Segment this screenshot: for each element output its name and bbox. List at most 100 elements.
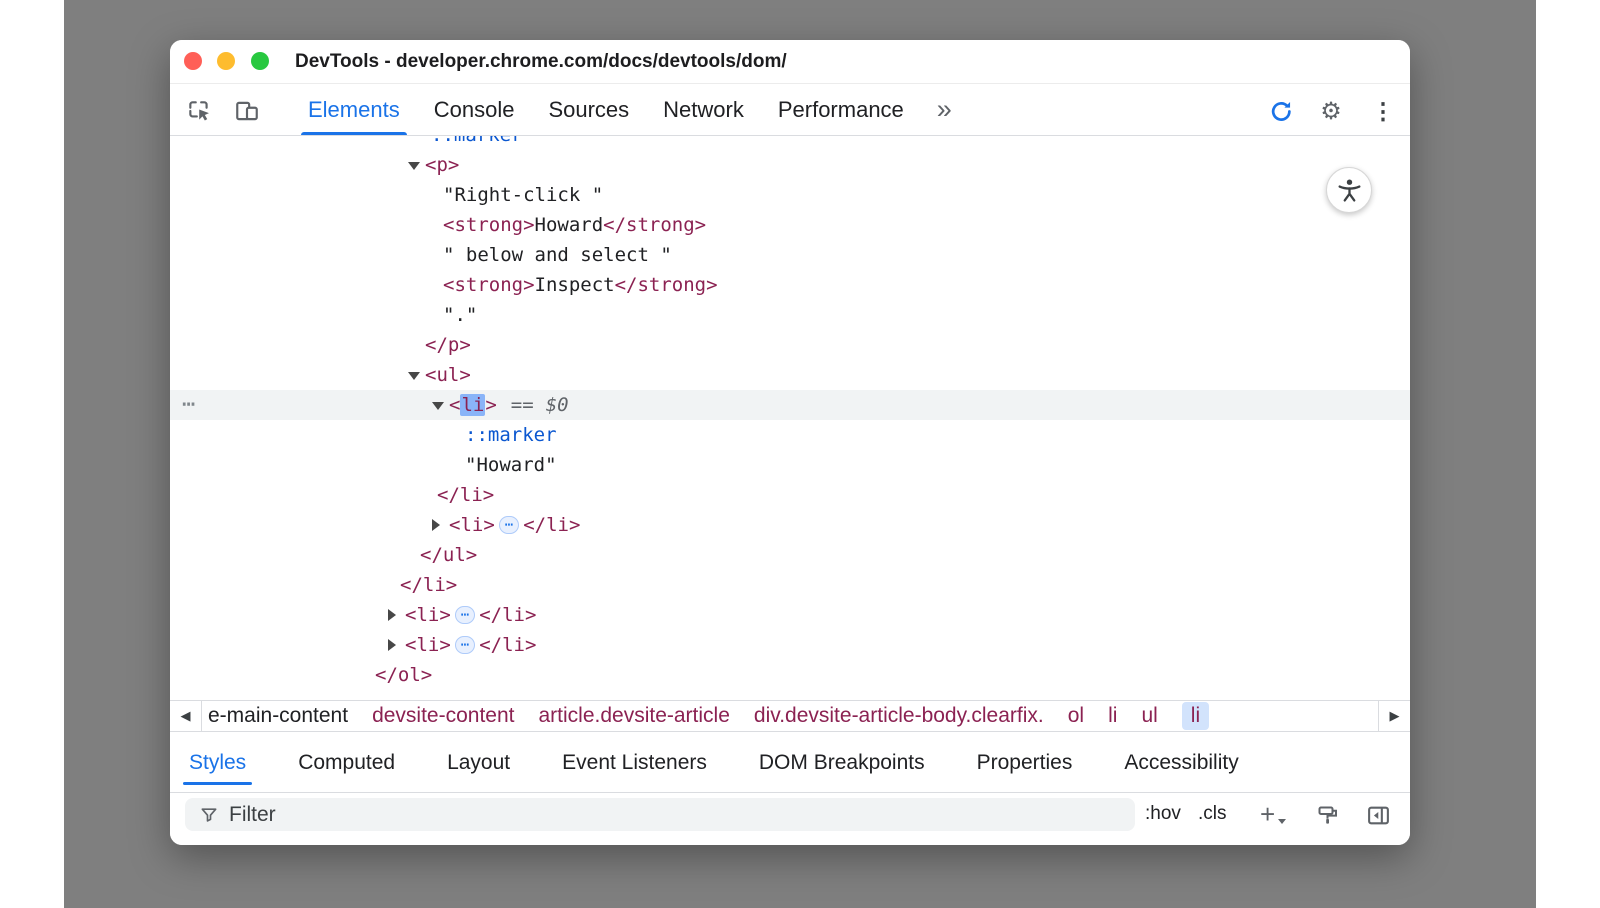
- zoom-button[interactable]: [251, 52, 269, 70]
- breadcrumb-item[interactable]: e-main-content: [208, 704, 348, 728]
- dom-node-row[interactable]: <li>⋯</li>: [170, 600, 1410, 630]
- accessibility-shortcut-button[interactable]: [1326, 167, 1372, 213]
- dom-node-row[interactable]: </ol>: [170, 660, 1410, 690]
- sync-button[interactable]: [1266, 96, 1296, 126]
- dom-node-row[interactable]: </p>: [170, 330, 1410, 360]
- tab-properties[interactable]: Properties: [977, 732, 1073, 793]
- paint-roller-icon: [1316, 803, 1340, 827]
- dom-node-row[interactable]: </ul>: [170, 540, 1410, 570]
- settings-button[interactable]: ⚙: [1316, 96, 1346, 126]
- expand-arrow-icon[interactable]: [388, 639, 396, 651]
- dom-node-row[interactable]: <strong>Inspect</strong>: [170, 270, 1410, 300]
- tab-computed[interactable]: Computed: [298, 732, 395, 793]
- tab-console[interactable]: Console: [417, 84, 532, 135]
- collapse-arrow-icon[interactable]: [432, 402, 444, 410]
- toggle-sidebar-icon: [1366, 803, 1391, 828]
- breadcrumb-items: e-main-content devsite-content article.d…: [202, 702, 1209, 730]
- collapse-arrow-icon[interactable]: [408, 162, 420, 170]
- dom-text-row[interactable]: "Howard": [170, 450, 1410, 480]
- filter-funnel-icon: [199, 805, 219, 825]
- title-bar: DevTools - developer.chrome.com/docs/dev…: [170, 40, 1410, 84]
- closing-tag-token: </p>: [425, 334, 471, 356]
- breadcrumb-item-selected[interactable]: li: [1182, 702, 1209, 730]
- dom-node-row[interactable]: ::marker: [170, 420, 1410, 450]
- dom-text-row[interactable]: " below and select ": [170, 240, 1410, 270]
- closing-tag-token: </li>: [437, 484, 494, 506]
- tab-layout[interactable]: Layout: [447, 732, 510, 793]
- new-style-rule-button[interactable]: +: [1260, 793, 1275, 835]
- dom-node-row[interactable]: <p>: [170, 150, 1410, 180]
- gear-icon: ⚙: [1320, 97, 1342, 126]
- tab-styles[interactable]: Styles: [189, 732, 246, 793]
- closing-tag-token: </li>: [479, 604, 536, 626]
- tab-event-listeners[interactable]: Event Listeners: [562, 732, 707, 793]
- expand-inline-button[interactable]: ⋯: [455, 636, 475, 654]
- dom-node-row[interactable]: ::marker: [170, 136, 1410, 150]
- panel-tab-strip: Elements Console Sources Network Perform…: [291, 84, 968, 135]
- dom-node-row[interactable]: </li>: [170, 570, 1410, 600]
- string-token: ".": [443, 304, 477, 326]
- closing-tag-token: </li>: [479, 634, 536, 656]
- tab-elements[interactable]: Elements: [291, 84, 417, 135]
- right-arrow-icon: ▶: [1390, 708, 1400, 724]
- toggle-sidebar-button[interactable]: [1364, 801, 1392, 829]
- element-classes-button[interactable]: .cls: [1198, 793, 1227, 835]
- tag-token: <li>: [449, 514, 495, 536]
- expand-inline-button[interactable]: ⋯: [499, 516, 519, 534]
- tag-token: <li>: [405, 604, 451, 626]
- accessibility-person-icon: [1336, 177, 1363, 204]
- filter-input[interactable]: [229, 803, 1089, 827]
- tab-sources[interactable]: Sources: [531, 84, 646, 135]
- tab-performance[interactable]: Performance: [761, 84, 921, 135]
- collapse-arrow-icon[interactable]: [408, 372, 420, 380]
- dom-node-row[interactable]: </li>: [170, 480, 1410, 510]
- tag-token: <strong>: [443, 214, 535, 236]
- inspect-element-button[interactable]: [184, 96, 214, 126]
- breadcrumb-item[interactable]: article.devsite-article: [539, 704, 730, 728]
- dom-node-row[interactable]: <li>⋯</li>: [170, 510, 1410, 540]
- expand-arrow-icon[interactable]: [432, 519, 440, 531]
- more-tabs-icon[interactable]: »: [921, 84, 968, 135]
- blue-refresh-icon: [1268, 98, 1295, 125]
- selected-tag-name-token: li: [460, 394, 485, 416]
- tab-network[interactable]: Network: [646, 84, 761, 135]
- main-menu-button[interactable]: ⋮: [1368, 96, 1398, 126]
- breadcrumb-item[interactable]: div.devsite-article-body.clearfix.: [754, 704, 1044, 728]
- breadcrumb-item[interactable]: li: [1108, 704, 1117, 728]
- breadcrumb-scroll-right-button[interactable]: ▶: [1378, 701, 1410, 731]
- breadcrumb-scroll-left-button[interactable]: ◀: [170, 701, 202, 731]
- more-actions-icon[interactable]: ⋯: [182, 390, 195, 420]
- expand-inline-button[interactable]: ⋯: [455, 606, 475, 624]
- pseudo-element-token: ::marker: [465, 424, 557, 446]
- dom-node-row[interactable]: <li>⋯</li>: [170, 630, 1410, 660]
- breadcrumb-item[interactable]: devsite-content: [372, 704, 514, 728]
- close-button[interactable]: [184, 52, 202, 70]
- rendering-emulation-button[interactable]: [1314, 801, 1342, 829]
- tag-token: <: [449, 394, 460, 416]
- tab-accessibility[interactable]: Accessibility: [1124, 732, 1238, 793]
- string-token: "Right-click ": [443, 184, 603, 206]
- console-reference-token: $0: [546, 394, 569, 416]
- inspect-cursor-icon: [186, 98, 212, 124]
- plus-dropdown-caret-icon: [1278, 819, 1286, 824]
- dom-text-row[interactable]: ".": [170, 300, 1410, 330]
- minimize-button[interactable]: [217, 52, 235, 70]
- tab-dom-breakpoints[interactable]: DOM Breakpoints: [759, 732, 925, 793]
- selected-dom-node-row[interactable]: ⋯ <li>==$0: [170, 390, 1410, 420]
- dom-text-row[interactable]: "Right-click ": [170, 180, 1410, 210]
- toggle-element-state-button[interactable]: :hov: [1145, 793, 1181, 835]
- style-filter-field[interactable]: [185, 798, 1135, 831]
- tag-token: >: [485, 394, 496, 416]
- expand-arrow-icon[interactable]: [388, 609, 396, 621]
- sidebar-tab-strip: Styles Computed Layout Event Listeners D…: [170, 732, 1410, 793]
- dom-node-row[interactable]: <strong>Howard</strong>: [170, 210, 1410, 240]
- closing-tag-token: </li>: [523, 514, 580, 536]
- dom-node-row[interactable]: <ul>: [170, 360, 1410, 390]
- tag-token: <strong>: [443, 274, 535, 296]
- tag-token: </strong>: [615, 274, 718, 296]
- breadcrumb-item[interactable]: ol: [1068, 704, 1084, 728]
- device-toolbar-button[interactable]: [232, 96, 262, 126]
- kebab-menu-icon: ⋮: [1372, 98, 1395, 125]
- plus-icon: +: [1260, 799, 1275, 830]
- breadcrumb-item[interactable]: ul: [1141, 704, 1157, 728]
